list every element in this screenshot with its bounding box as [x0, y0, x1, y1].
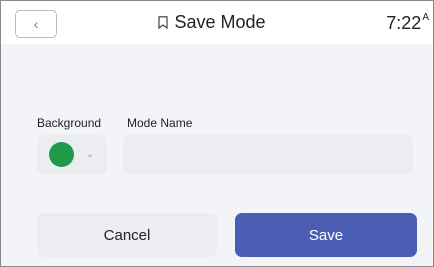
background-label: Background — [37, 116, 102, 130]
cancel-button-label: Cancel — [103, 226, 151, 244]
chevron-left-icon: ‹ — [33, 16, 39, 32]
page-title: Save Mode — [174, 12, 266, 32]
color-swatch — [49, 142, 74, 167]
cancel-button[interactable]: Cancel — [37, 213, 217, 257]
chevron-down-icon: ⌄ — [86, 149, 95, 160]
clock-time: 7:22 — [386, 13, 422, 33]
mode-name-label: Mode Name — [127, 116, 193, 130]
clock: 7:22A — [386, 12, 429, 34]
save-button-label: Save — [308, 226, 344, 244]
mode-name-input[interactable] — [123, 135, 413, 174]
header-bar: ‹ Save Mode 7:22A — [1, 1, 433, 44]
page-title-group: Save Mode — [158, 12, 266, 33]
save-mode-dialog: ‹ Save Mode 7:22A Background Mode Name ⌄… — [0, 0, 434, 267]
save-button[interactable]: Save — [235, 213, 417, 257]
clock-suffix: A — [422, 12, 429, 23]
background-color-select[interactable]: ⌄ — [37, 135, 107, 174]
back-button[interactable]: ‹ — [15, 10, 57, 38]
bookmark-icon — [158, 16, 169, 29]
